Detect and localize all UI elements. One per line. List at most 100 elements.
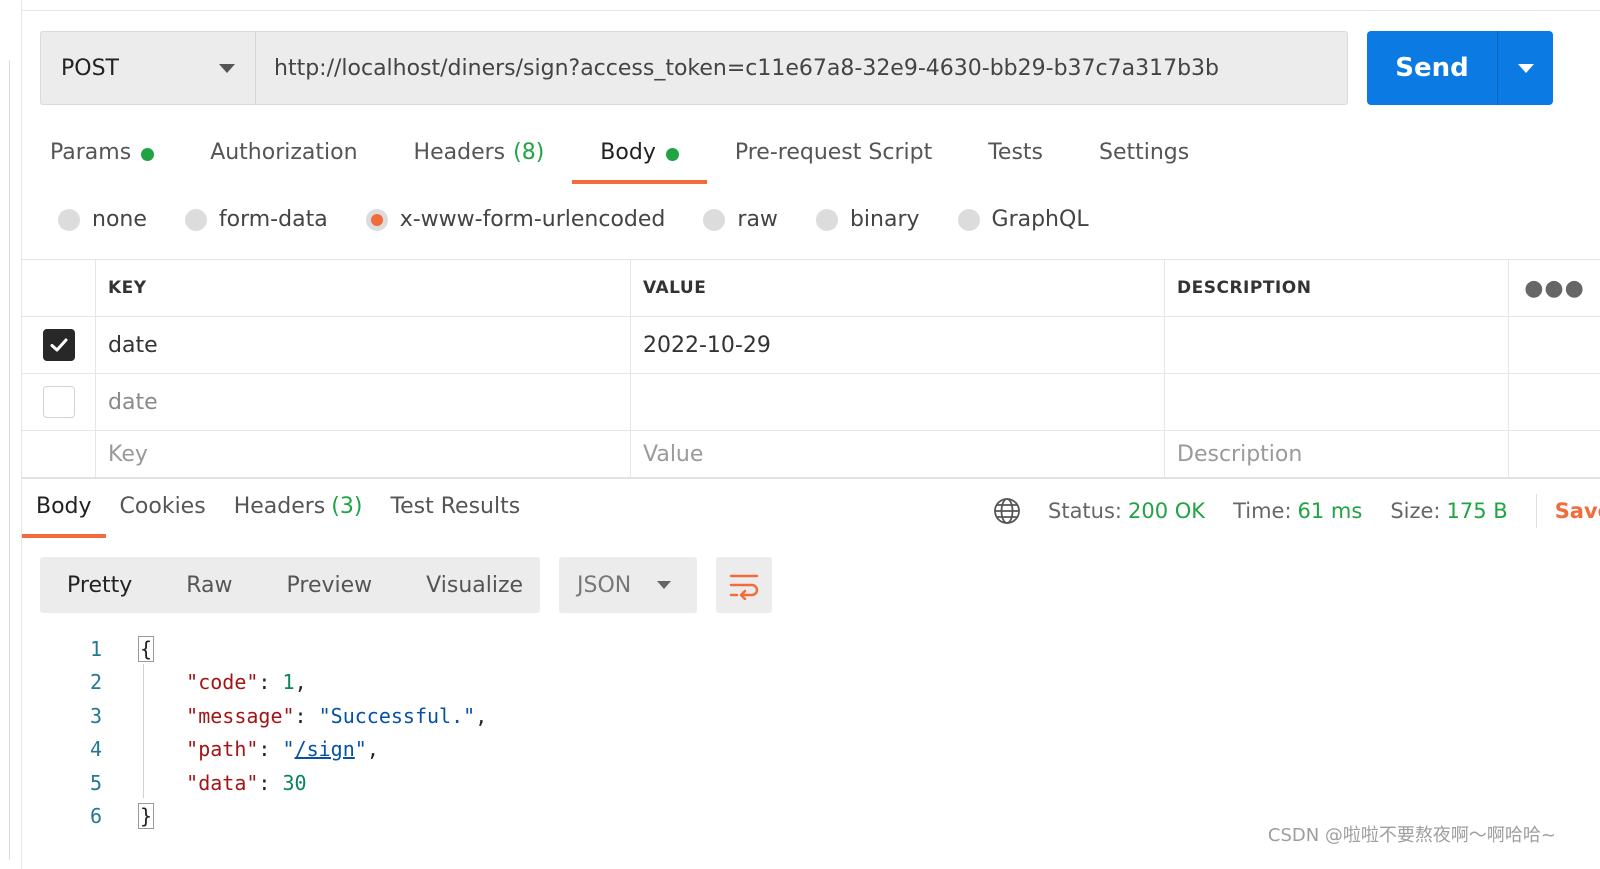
format-raw-button[interactable]: Raw: [159, 573, 259, 598]
radio-label: x-www-form-urlencoded: [399, 207, 666, 232]
key-placeholder[interactable]: Key: [96, 431, 631, 477]
row-checkbox-cell: [22, 374, 96, 430]
time-label: Time:: [1233, 499, 1292, 523]
language-select[interactable]: JSON: [559, 557, 697, 613]
radio-icon: [58, 208, 80, 231]
json-number: 30: [282, 770, 307, 795]
language-label: JSON: [577, 572, 632, 598]
json-number: 1: [282, 670, 295, 695]
format-toggle-group: Pretty Raw Preview Visualize: [40, 557, 540, 613]
more-options-button[interactable]: ●●●: [1509, 260, 1600, 316]
method-select[interactable]: POST: [41, 32, 256, 104]
tab-count: (3): [331, 494, 363, 519]
save-response-button[interactable]: Save: [1555, 499, 1600, 523]
tab-settings[interactable]: Settings: [1071, 128, 1217, 184]
radio-label: binary: [849, 207, 920, 232]
radio-x-www-form-urlencoded[interactable]: x-www-form-urlencoded: [365, 207, 666, 232]
value-placeholder[interactable]: Value: [631, 431, 1165, 477]
chevron-down-icon: [1517, 63, 1534, 73]
params-table: KEY VALUE DESCRIPTION ●●● date 2022-10-2…: [22, 259, 1600, 479]
format-pretty-button[interactable]: Pretty: [40, 573, 159, 598]
description-cell[interactable]: [1165, 374, 1509, 430]
code-line: 1 {: [40, 632, 487, 666]
code-line: 4 "path": "/sign",: [40, 733, 487, 767]
globe-icon[interactable]: [992, 496, 1022, 526]
send-options-button[interactable]: [1497, 31, 1553, 105]
radio-graphql[interactable]: GraphQL: [957, 207, 1089, 232]
time-value: 61 ms: [1297, 499, 1363, 523]
column-header-description: DESCRIPTION: [1165, 260, 1509, 316]
tab-params[interactable]: Params: [22, 128, 182, 184]
response-tab-body[interactable]: Body: [22, 480, 106, 538]
code-text: {: [138, 635, 155, 662]
tab-label: Tests: [988, 140, 1043, 165]
response-tab-headers[interactable]: Headers (3): [220, 480, 377, 538]
tab-body[interactable]: Body: [572, 128, 707, 184]
line-number: 6: [89, 804, 102, 829]
tab-headers[interactable]: Headers (8): [386, 128, 573, 184]
json-key: "code": [186, 670, 259, 695]
response-tab-cookies[interactable]: Cookies: [106, 480, 220, 538]
tab-label: Test Results: [390, 494, 521, 519]
value-cell[interactable]: 2022-10-29: [631, 317, 1165, 373]
row-filler: [1509, 431, 1600, 477]
radio-form-data[interactable]: form-data: [184, 207, 328, 232]
description-cell[interactable]: [1165, 317, 1509, 373]
table-header-row: KEY VALUE DESCRIPTION ●●●: [22, 260, 1600, 317]
status-readout[interactable]: Status: 200 OK: [1048, 499, 1205, 523]
chevron-down-icon: [219, 63, 235, 73]
radio-none[interactable]: none: [58, 207, 147, 232]
radio-raw[interactable]: raw: [703, 207, 778, 232]
response-meta: Status:200 OK Time:61 ms Size:175 B Save: [992, 494, 1600, 528]
code-line: 6 }: [40, 800, 487, 834]
chevron-down-icon: [657, 581, 671, 589]
radio-icon: [703, 208, 726, 231]
radio-binary[interactable]: binary: [815, 207, 920, 232]
send-button[interactable]: Send: [1367, 31, 1497, 105]
table-row: date 2022-10-29: [22, 317, 1600, 374]
response-tab-test-results[interactable]: Test Results: [376, 480, 534, 538]
tab-label: Body: [600, 140, 656, 165]
json-key: "message": [186, 703, 295, 728]
body-type-radios: none form-data x-www-form-urlencoded raw…: [58, 207, 1127, 232]
key-cell[interactable]: date: [96, 317, 631, 373]
radio-label: form-data: [218, 207, 328, 232]
code-text: "path": "/sign",: [186, 737, 379, 762]
tab-label: Pre-request Script: [734, 140, 933, 165]
row-checkbox[interactable]: [42, 329, 75, 361]
active-indicator-dot: [141, 148, 155, 161]
row-checkbox[interactable]: [42, 386, 75, 418]
url-input[interactable]: http://localhost/diners/sign?access_toke…: [256, 32, 1347, 104]
radio-label: raw: [737, 207, 778, 232]
request-tabs: Params Authorization Headers (8) Body Pre…: [22, 128, 1217, 184]
tab-label: Headers: [233, 494, 326, 519]
tab-authorization[interactable]: Authorization: [182, 128, 385, 184]
column-header-key: KEY: [96, 260, 631, 316]
size-value: 175 B: [1446, 499, 1508, 523]
row-checkbox-cell: [22, 317, 96, 373]
format-visualize-button[interactable]: Visualize: [399, 573, 550, 598]
line-number: 1: [89, 636, 102, 661]
wrap-lines-button[interactable]: [716, 557, 772, 613]
code-line: 3 "message": "Successful.",: [40, 699, 487, 733]
tab-label: Authorization: [210, 140, 358, 165]
json-link[interactable]: /sign: [295, 737, 355, 761]
row-filler: [1509, 374, 1600, 430]
json-key: "data": [186, 770, 259, 795]
value-cell[interactable]: [631, 374, 1165, 430]
tab-pre-request-script[interactable]: Pre-request Script: [707, 128, 960, 184]
format-preview-button[interactable]: Preview: [260, 573, 400, 598]
tab-label: Body: [36, 494, 92, 519]
wrap-lines-icon: [729, 574, 759, 600]
json-key: "path": [186, 737, 259, 762]
time-readout[interactable]: Time: 61 ms: [1233, 499, 1362, 523]
key-cell[interactable]: date: [96, 374, 631, 430]
size-readout[interactable]: Size: 175 B: [1390, 499, 1507, 523]
json-string: "Successful.": [318, 703, 476, 728]
tab-tests[interactable]: Tests: [960, 128, 1071, 184]
table-row: date: [22, 374, 1600, 431]
more-horizontal-icon: ●●●: [1524, 275, 1585, 301]
description-placeholder[interactable]: Description: [1165, 431, 1509, 477]
response-code-viewer[interactable]: 1 { 2 "code": 1, 3 "message": "Successfu…: [40, 632, 487, 833]
radio-label: GraphQL: [991, 207, 1089, 232]
